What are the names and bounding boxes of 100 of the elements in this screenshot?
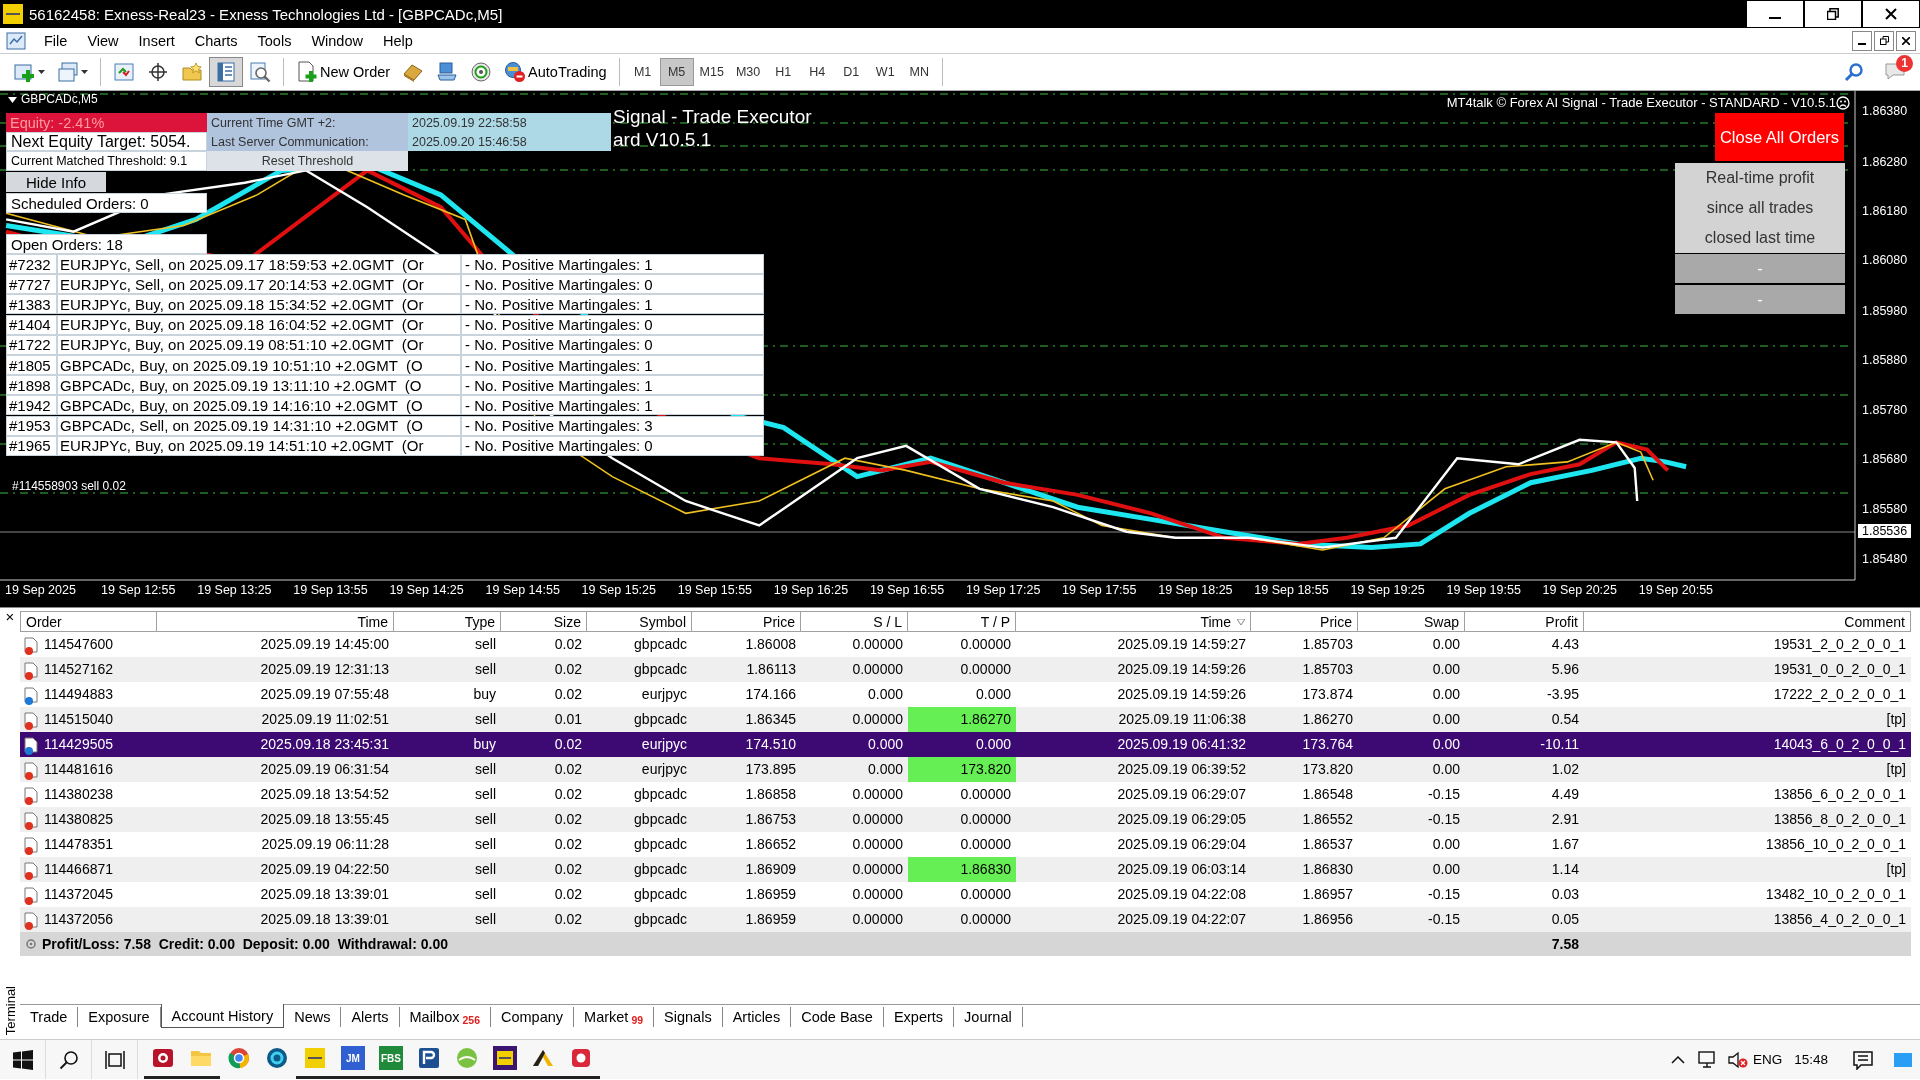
column-header[interactable]: Swap xyxy=(1358,611,1465,632)
table-cell-text: buy xyxy=(472,685,497,704)
table-cell-text: 1.86957 xyxy=(1301,885,1354,904)
hide-info-button[interactable]: Hide Info xyxy=(6,172,106,192)
table-row[interactable]: 114466871 2025.09.19 04:22:50 sell 0.02 gbpcadc 1.86909 0.00000 1.86830 2025.09.19 06:03:14 1.86830 0.00 1.14 [tp] xyxy=(20,857,1911,882)
table-row[interactable]: 114429505 2025.09.18 23:45:31 buy 0.02 eurjpyc 174.510 0.000 0.000 2025.09.19 06:41:32 173.764 0.00 -10.11 14043_6_0_2_0_0_1 xyxy=(20,732,1911,757)
reset-threshold-button[interactable]: Reset Threshold xyxy=(207,151,408,171)
column-header[interactable]: Price xyxy=(1251,611,1358,632)
menu-item[interactable]: Help xyxy=(372,28,423,53)
tab[interactable]: Company xyxy=(491,1007,575,1027)
column-header[interactable]: Comment xyxy=(1584,611,1911,632)
equity-label: Equity: -2.41% xyxy=(6,113,207,132)
minimize-button[interactable] xyxy=(1852,30,1872,51)
table-row[interactable]: 114372045 2025.09.18 13:39:01 sell 0.02 gbpcadc 1.86959 0.00000 0.00000 2025.09.19 04:22:08 1.86957 -0.15 0.03 13482_10_0_2_0_0_1 xyxy=(20,882,1911,907)
menu-item[interactable]: Tools xyxy=(247,28,302,53)
timeframe-button[interactable]: M30 xyxy=(729,58,767,86)
table-row[interactable]: 114380825 2025.09.18 13:55:45 sell 0.02 gbpcadc 1.86753 0.00000 0.00000 2025.09.19 06:29:05 1.86552 -0.15 2.91 13856_8_0_2_0_0_1 xyxy=(20,807,1911,832)
menu-item[interactable]: Window xyxy=(301,28,373,53)
table-cell-text: 1.14 xyxy=(1550,860,1580,879)
column-header[interactable]: Time xyxy=(157,611,394,632)
table-cell-text: 114547600 xyxy=(44,635,114,654)
timeframe-button[interactable]: MN xyxy=(902,58,937,86)
table-row[interactable]: 114478351 2025.09.19 06:11:28 sell 0.02 gbpcadc 1.86652 0.00000 0.00000 2025.09.19 06:29:04 1.86537 0.00 1.67 13856_10_0_2_0_0_1 xyxy=(20,832,1911,857)
tool-button[interactable] xyxy=(209,57,243,87)
table-cell-text: 0.05 xyxy=(1550,910,1580,929)
close-all-orders-button[interactable]: Close All Orders xyxy=(1715,113,1844,161)
timeframe-button[interactable]: W1 xyxy=(868,58,903,86)
tab[interactable]: Articles xyxy=(722,1007,792,1027)
column-header[interactable]: Size xyxy=(501,611,587,632)
table-cell-text: 2025.09.18 13:39:01 xyxy=(259,910,390,929)
tab[interactable]: Mailbox 256 xyxy=(399,1007,491,1027)
table-cell-text: 1.86858 xyxy=(744,785,797,804)
column-header[interactable]: Symbol xyxy=(587,611,692,632)
tab[interactable]: Exposure xyxy=(78,1007,161,1027)
chart-arrows-icon xyxy=(113,61,135,83)
table-row[interactable]: 114494883 2025.09.19 07:55:48 buy 0.02 eurjpyc 174.166 0.000 0.000 2025.09.19 14:59:26 173.874 0.00 -3.95 17222_2_0_2_0_0_1 xyxy=(20,682,1911,707)
column-header[interactable]: Type xyxy=(394,611,501,632)
menu-item[interactable]: File xyxy=(34,28,78,53)
autotrading-button[interactable]: AutoTrading xyxy=(498,57,613,87)
table-cell-text: 0.00000 xyxy=(959,785,1012,804)
close-button[interactable]: × xyxy=(5,610,15,624)
menu-item[interactable]: Insert xyxy=(128,28,185,53)
table-row[interactable]: 114515040 2025.09.19 11:02:51 sell 0.01 gbpcadc 1.86345 0.00000 1.86270 2025.09.19 11:06:38 1.86270 0.00 0.54 [tp] xyxy=(20,707,1911,732)
time-label: 19 Sep 15:25 xyxy=(581,583,656,597)
tab[interactable]: Alerts xyxy=(341,1007,400,1027)
column-header[interactable]: S / L xyxy=(801,611,908,632)
table-cell-text: 13856_4_0_2_0_0_1 xyxy=(1772,910,1907,929)
table-row[interactable]: 114547600 2025.09.19 14:45:00 sell 0.02 gbpcadc 1.86008 0.00000 0.00000 2025.09.19 14:59:27 1.85703 0.00 4.43 19531_2_0_2_0_0_1 xyxy=(20,632,1911,657)
table-row[interactable]: 114527162 2025.09.19 12:31:13 sell 0.02 gbpcadc 1.86113 0.00000 0.00000 2025.09.19 14:59:26 1.85703 0.00 5.96 19531_0_0_2_0_0_1 xyxy=(20,657,1911,682)
clock[interactable]: 15:48 xyxy=(1782,1040,1840,1079)
time-label: 19 Sep 14:25 xyxy=(389,583,464,597)
timeframe-button[interactable]: H4 xyxy=(800,58,835,86)
timeframe-button[interactable]: D1 xyxy=(834,58,869,86)
menu-item[interactable]: Charts xyxy=(184,28,248,53)
taskbar-app[interactable]: FBS xyxy=(372,1040,410,1079)
column-header[interactable]: Price xyxy=(692,611,801,632)
table-cell-text: 2025.09.19 04:22:08 xyxy=(1116,885,1247,904)
tab[interactable]: Account History xyxy=(160,1004,285,1028)
document-icon xyxy=(24,711,38,728)
new-order-button[interactable]: New Order xyxy=(290,57,397,87)
table-cell-text: [tp] xyxy=(1885,760,1907,779)
tab[interactable]: Experts xyxy=(883,1007,955,1027)
column-header[interactable]: Order xyxy=(20,611,157,632)
close-icon xyxy=(1902,36,1910,45)
timeframe-button[interactable]: M1 xyxy=(625,58,660,86)
martingale-count: - No. Positive Martingales: 0 xyxy=(461,435,764,456)
table-cell-text: gbpcadc xyxy=(633,710,688,729)
restore-button[interactable] xyxy=(1804,0,1862,28)
tab[interactable]: Journal xyxy=(954,1007,1023,1027)
tab[interactable]: Market 99 xyxy=(574,1007,655,1027)
tab[interactable]: Code Base xyxy=(791,1007,884,1027)
timeframe-button[interactable]: H1 xyxy=(766,58,801,86)
language-indicator[interactable]: ENG xyxy=(1752,1040,1783,1079)
table-cell-text: 114481616 xyxy=(44,760,114,779)
document-icon xyxy=(24,861,38,878)
table-cell-text: 0.02 xyxy=(553,635,583,654)
table-cell-text: 0.000 xyxy=(866,685,904,704)
table-row[interactable]: 114481616 2025.09.19 06:31:54 sell 0.02 eurjpyc 173.895 0.000 173.820 2025.09.19 06:39:52 173.820 0.00 1.02 [tp] xyxy=(20,757,1911,782)
restore-button[interactable] xyxy=(1874,30,1894,51)
taskbar-app[interactable]: JM xyxy=(334,1040,372,1079)
timeframe-button[interactable]: M15 xyxy=(693,58,730,86)
column-header[interactable]: T / P xyxy=(908,611,1016,632)
menu-item[interactable]: View xyxy=(77,28,129,53)
document-plus-icon xyxy=(296,61,318,83)
minimize-button[interactable] xyxy=(1746,0,1804,28)
column-header[interactable]: Time xyxy=(1016,611,1251,632)
table-row[interactable]: 114380238 2025.09.18 13:54:52 sell 0.02 gbpcadc 1.86858 0.00000 0.00000 2025.09.19 06:29:07 1.86548 -0.15 4.49 13856_6_0_2_0_0_1 xyxy=(20,782,1911,807)
column-header[interactable]: Profit xyxy=(1465,611,1584,632)
tab[interactable]: Trade xyxy=(20,1007,79,1027)
desktop-icon xyxy=(1894,1052,1912,1067)
tab[interactable]: Signals xyxy=(654,1007,723,1027)
table-row[interactable]: 114372056 2025.09.18 13:39:01 sell 0.02 gbpcadc 1.86959 0.00000 0.00000 2025.09.19 04:22:07 1.86956 -0.15 0.05 13856_4_0_2_0_0_1 xyxy=(20,907,1911,932)
timeframe-button[interactable]: M5 xyxy=(659,58,694,86)
price-label: 1.86180 xyxy=(1862,204,1908,218)
search-icon[interactable] xyxy=(1844,62,1864,82)
table-cell-text: 1.86552 xyxy=(1301,810,1354,829)
server-label: Last Server Communication: xyxy=(207,132,408,151)
tab[interactable]: News xyxy=(284,1007,342,1027)
close-button[interactable] xyxy=(1862,0,1920,28)
close-button[interactable] xyxy=(1896,30,1916,51)
